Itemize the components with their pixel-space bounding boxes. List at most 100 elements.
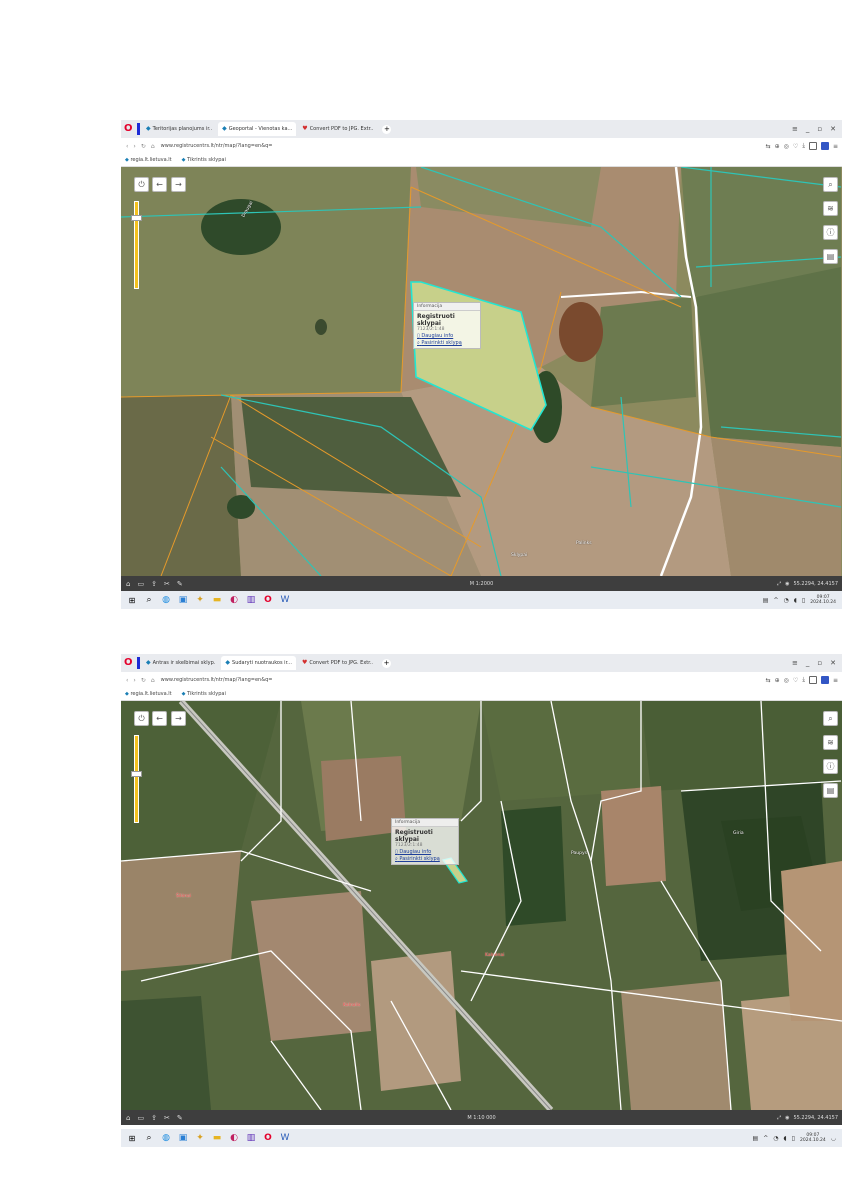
window-menu-icon[interactable]: ≡ [792,125,798,133]
extension-icon[interactable] [808,142,817,150]
heart-icon[interactable]: ♡ [793,677,798,684]
measure-icon[interactable]: ✂ [164,580,170,588]
zoom-icon[interactable]: ⊕ [775,677,780,684]
more-info-link[interactable]: ▯ Daugiau info [395,849,455,855]
map-view[interactable]: ⏻ ← → ⌕ ≋ ⓘ ▤ Informacija Registruoti sk… [121,167,842,576]
browser-tab-active[interactable]: ◆ Sudaryti nuotraukos ir... [221,656,296,670]
select-parcel-link[interactable]: ⌕ Pasirinkti sklypą [395,856,455,862]
print-icon[interactable]: ▭ [137,1114,144,1122]
photos-app-icon[interactable]: ▣ [177,1132,189,1144]
maximize-icon[interactable]: ▫ [817,659,822,667]
volume-icon[interactable]: ◖ [784,1135,787,1142]
extension-icon[interactable] [820,676,829,684]
bookmark[interactable]: ◆ Tikrintis sklypai [182,691,226,697]
bookmark[interactable]: ◆ Tikrintis sklypai [182,157,226,163]
translate-icon[interactable]: ⇆ [766,677,771,684]
legend-icon[interactable]: ▤ [823,783,838,798]
menu-icon[interactable]: ≡ [833,143,838,150]
clock[interactable]: 09:07 2024.10.24 [810,595,836,605]
map-view[interactable]: ⏻ ← → ⌕ ≋ ⓘ ▤ Informacija Registruoti sk… [121,701,842,1110]
paint-app-icon[interactable]: ✦ [194,594,206,606]
download-icon[interactable]: ⤓ [802,142,805,150]
forward-icon[interactable]: › [133,143,135,150]
search-icon[interactable]: ⌕ [823,177,838,192]
close-icon[interactable]: ✕ [830,659,836,667]
browser-app-icon[interactable]: ◍ [160,594,172,606]
power-icon[interactable]: ⏻ [134,177,149,192]
keyboard-icon[interactable]: ▤ [753,1135,759,1142]
notification-icon[interactable]: ◡ [831,1135,836,1142]
download-icon[interactable]: ⤓ [802,676,805,684]
books-app-icon[interactable]: ▥ [245,594,257,606]
close-icon[interactable]: ✕ [830,125,836,133]
search-icon[interactable]: ⌕ [143,594,155,606]
extension-icon[interactable] [808,676,817,684]
camera-icon[interactable]: ◎ [784,677,789,684]
zoom-slider[interactable] [134,735,139,823]
expand-icon[interactable]: ⤢ [777,581,781,587]
minimize-icon[interactable]: _ [806,125,810,133]
location-icon[interactable]: ◉ [785,1115,789,1121]
zoom-slider-thumb[interactable] [131,215,142,221]
folder-icon[interactable]: ▬ [211,1132,223,1144]
export-icon[interactable]: ⇪ [151,580,157,588]
reload-icon[interactable]: ↻ [141,677,146,684]
legend-icon[interactable]: ▤ [823,249,838,264]
maximize-icon[interactable]: ▫ [817,125,822,133]
zoom-icon[interactable]: ⊕ [775,143,780,150]
translate-icon[interactable]: ⇆ [766,143,771,150]
pdf-app-icon[interactable]: ◐ [228,594,240,606]
battery-icon[interactable]: ▯ [802,597,805,604]
reload-icon[interactable]: ↻ [141,143,146,150]
search-icon[interactable]: ⌕ [823,711,838,726]
expand-icon[interactable]: ⤢ [777,1115,781,1121]
opera-logo-icon[interactable]: O [124,124,134,134]
select-parcel-link[interactable]: ⌕ Pasirinkti sklypą [417,340,477,346]
arrow-left-icon[interactable]: ← [152,177,167,192]
new-tab-plus-icon[interactable]: + [382,658,392,668]
word-app-icon[interactable]: W [279,1132,291,1144]
extension-icon[interactable] [820,142,829,150]
books-app-icon[interactable]: ▥ [245,1132,257,1144]
draw-icon[interactable]: ✎ [177,580,183,588]
chevron-up-icon[interactable]: ^ [773,597,778,604]
layers-icon[interactable]: ≋ [823,735,838,750]
photos-app-icon[interactable]: ▣ [177,594,189,606]
home-icon[interactable]: ⌂ [126,1114,130,1122]
browser-tab[interactable]: ◆ Antras ir skelbimai sklyp. [142,656,219,670]
search-icon[interactable]: ⌕ [143,1132,155,1144]
opera-app-icon[interactable]: O [262,594,274,606]
paint-app-icon[interactable]: ✦ [194,1132,206,1144]
power-icon[interactable]: ⏻ [134,711,149,726]
new-tab-plus-icon[interactable]: + [382,124,392,134]
chevron-up-icon[interactable]: ^ [763,1135,768,1142]
arrow-right-icon[interactable]: → [171,711,186,726]
windows-start-icon[interactable]: ⊞ [126,1132,138,1144]
measure-icon[interactable]: ✂ [164,1114,170,1122]
network-icon[interactable]: ◔ [773,1135,778,1142]
back-icon[interactable]: ‹ [126,143,128,150]
back-icon[interactable]: ‹ [126,677,128,684]
network-icon[interactable]: ◔ [784,597,789,604]
browser-app-icon[interactable]: ◍ [160,1132,172,1144]
bookmark[interactable]: ◆ regia.lt.lietuva.lt [125,157,172,163]
print-icon[interactable]: ▭ [137,580,144,588]
battery-icon[interactable]: ▯ [792,1135,795,1142]
window-menu-icon[interactable]: ≡ [792,659,798,667]
location-icon[interactable]: ◉ [785,581,789,587]
browser-tab[interactable]: ◆ Teritorijas planojums ir.. [142,122,216,136]
bookmark[interactable]: ◆ regia.lt.lietuva.lt [125,691,172,697]
draw-icon[interactable]: ✎ [177,1114,183,1122]
pdf-app-icon[interactable]: ◐ [228,1132,240,1144]
layers-icon[interactable]: ≋ [823,201,838,216]
export-icon[interactable]: ⇪ [151,1114,157,1122]
info-icon[interactable]: ⓘ [823,759,838,774]
browser-tab-active[interactable]: ◆ Geoportal - Vienotas ka... [218,122,297,136]
url-field[interactable]: www.registrucentrs.lt/ntr/map/?lang=en&q… [161,143,273,149]
word-app-icon[interactable]: W [279,594,291,606]
browser-tab[interactable]: ♥ Convert PDF to JPG. Extr.. [298,656,377,670]
zoom-slider-thumb[interactable] [131,771,142,777]
arrow-left-icon[interactable]: ← [152,711,167,726]
browser-tab[interactable]: ♥ Convert PDF to JPG. Extr.. [298,122,377,136]
opera-logo-icon[interactable]: O [124,658,134,668]
